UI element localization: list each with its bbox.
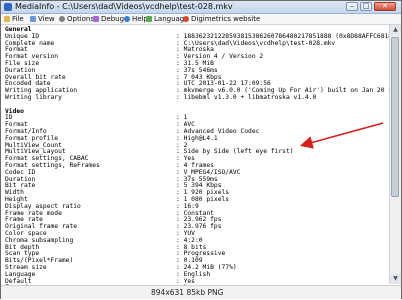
mediainfo-window: MediaInfo - C:\Users\dad\Videos\vcdhelp\… [0,0,402,299]
red-arrow-annotation [299,122,384,149]
image-caption-bar: 894x631 85kb PNG [1,285,401,299]
image-caption: 894x631 85kb PNG [151,288,224,297]
